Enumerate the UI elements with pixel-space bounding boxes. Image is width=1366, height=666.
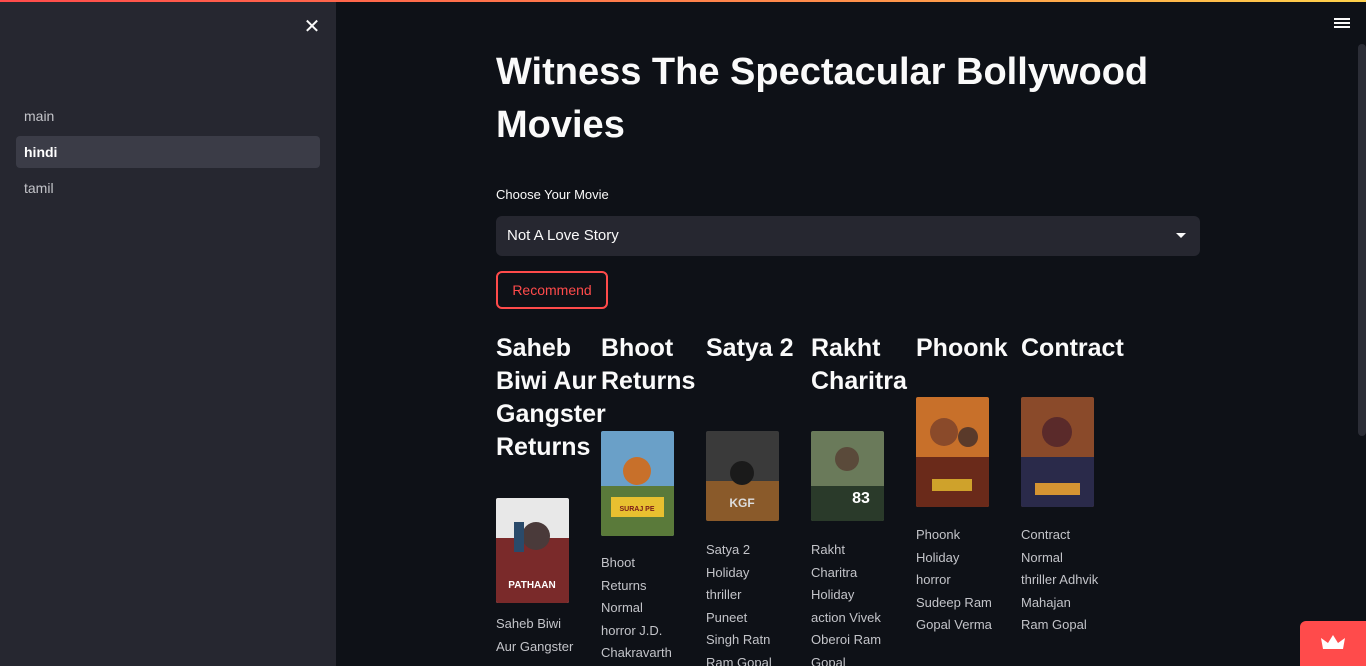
sidebar: ✕ main hindi tamil: [0, 0, 336, 666]
recommendation-column: Contract Contract Normal thriller Adhvik…: [1021, 332, 1126, 632]
recommendation-column: Bhoot Returns SURAJ PE Bhoot Returns Nor…: [601, 332, 706, 660]
poster-label: PATHAAN: [508, 580, 555, 591]
movie-details: Bhoot Returns Normal horror J.D. Chakrav…: [601, 555, 672, 660]
movie-title: Contract: [1021, 334, 1124, 362]
movie-select[interactable]: Not A Love Story: [496, 216, 1200, 256]
movie-title: Bhoot Returns: [601, 334, 696, 395]
page-title: Witness The Spectacular Bollywood Movies: [496, 51, 1149, 146]
sidebar-item-tamil[interactable]: tamil: [16, 172, 320, 204]
movie-details: Rakht Charitra Holiday action Vivek Ober…: [811, 542, 882, 666]
movie-poster: PATHAAN: [496, 498, 569, 603]
movie-poster: KGF: [706, 431, 779, 521]
recommend-button[interactable]: Recommend: [496, 271, 608, 309]
sidebar-nav: main hindi tamil: [16, 100, 320, 208]
close-icon[interactable]: ✕: [302, 16, 322, 36]
movie-details: Saheb Biwi Aur Gangster: [496, 616, 574, 654]
movie-title: Phoonk: [916, 334, 1008, 362]
recommendation-column: Phoonk Phoonk Holiday horror Sudeep Ram …: [916, 332, 1021, 632]
movie-title: Rakht Charitra: [811, 334, 907, 395]
svg-text:SURAJ PE: SURAJ PE: [619, 506, 654, 513]
recommendation-column: Rakht Charitra 83 Rakht Charitra Holiday…: [811, 332, 916, 666]
hamburger-menu-icon[interactable]: [1332, 16, 1352, 34]
sidebar-item-hindi[interactable]: hindi: [16, 136, 320, 168]
movie-details: Satya 2 Holiday thriller Puneet Singh Ra…: [706, 542, 772, 666]
recommendation-column: Saheb Biwi Aur Gangster Returns PATHAAN …: [496, 332, 606, 654]
movie-select-value: Not A Love Story: [507, 227, 619, 244]
movie-details: Contract Normal thriller Adhvik Mahajan …: [1021, 527, 1099, 632]
poster-label: KGF: [729, 496, 754, 510]
movie-title: Satya 2: [706, 334, 794, 362]
top-decoration-bar: [0, 0, 1366, 2]
streamlit-crown-icon[interactable]: [1300, 621, 1366, 666]
movie-details: Phoonk Holiday horror Sudeep Ram Gopal V…: [916, 527, 992, 632]
movie-poster: SURAJ PE: [601, 431, 674, 536]
main-content: Witness The Spectacular Bollywood Movies…: [496, 0, 1200, 666]
scrollbar[interactable]: [1358, 44, 1366, 436]
sidebar-item-main[interactable]: main: [16, 100, 320, 132]
recommendation-column: Satya 2 KGF Satya 2 Holiday thriller Pun…: [706, 332, 811, 666]
chevron-down-icon: [1176, 233, 1186, 238]
poster-label: 83: [852, 490, 870, 507]
movie-poster: [1021, 397, 1094, 507]
movie-poster: 83: [811, 431, 884, 521]
movie-poster: [916, 397, 989, 507]
movie-title: Saheb Biwi Aur Gangster Returns: [496, 334, 606, 461]
select-label: Choose Your Movie: [496, 187, 609, 202]
